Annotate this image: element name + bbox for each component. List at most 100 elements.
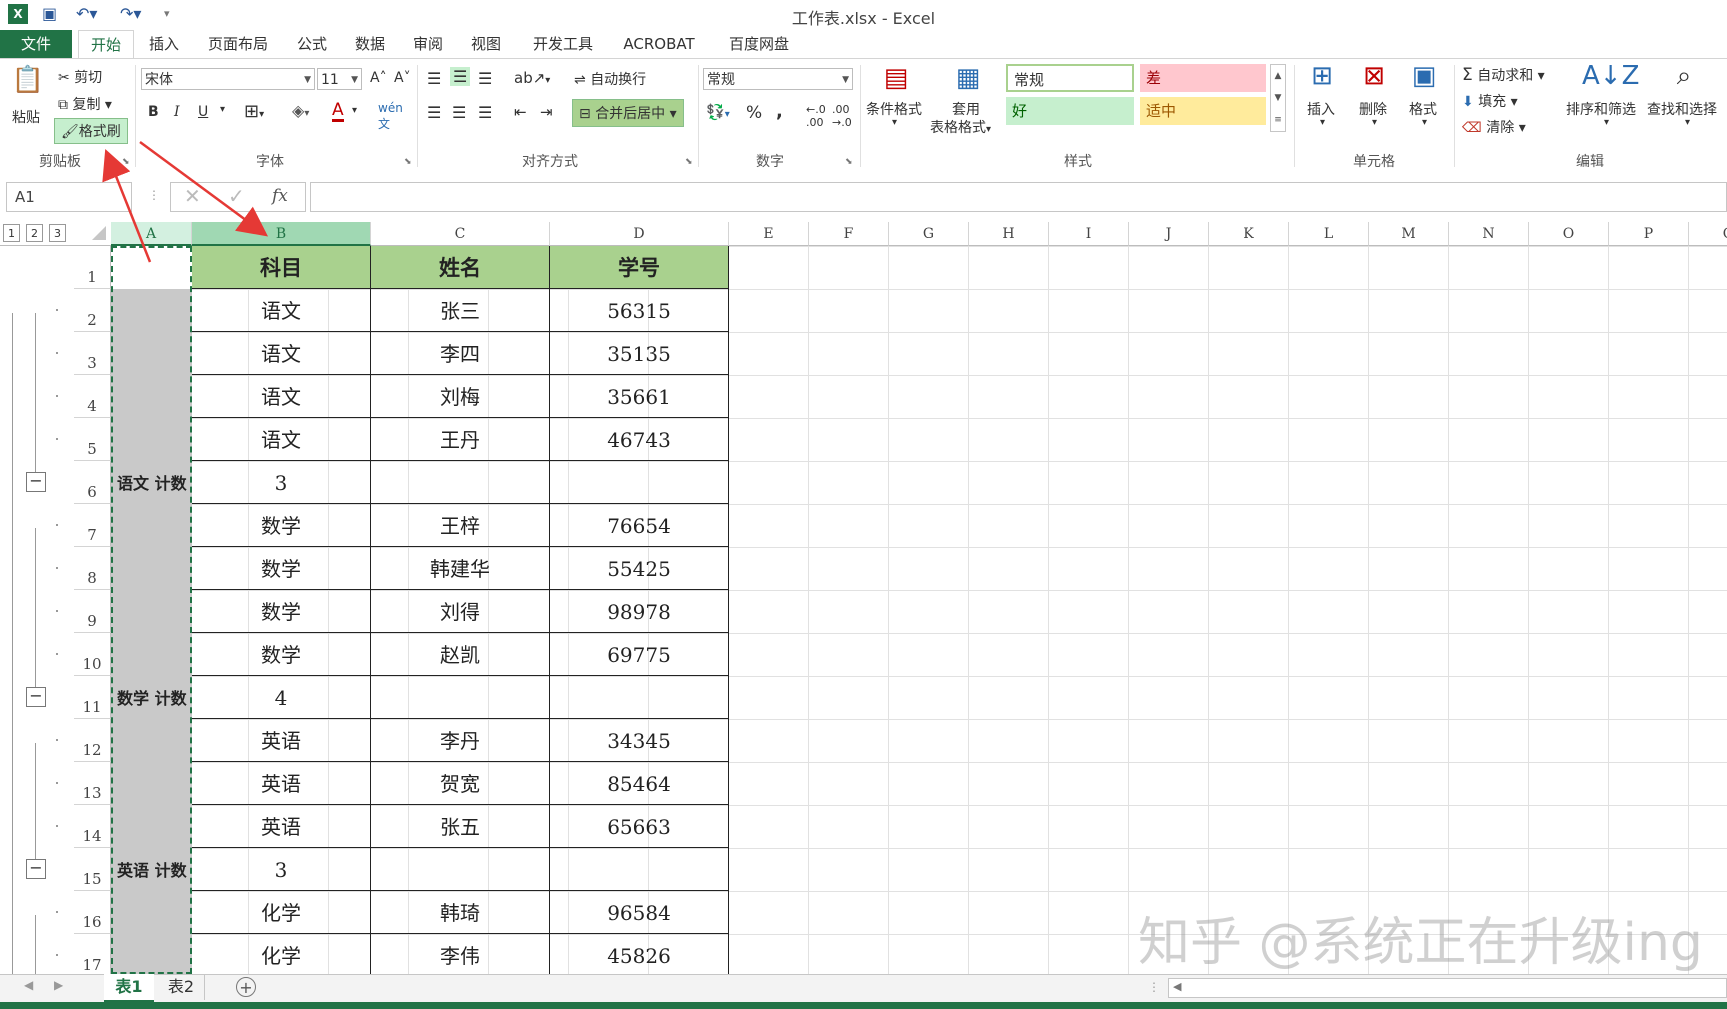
cell-a13[interactable] <box>111 762 192 805</box>
comma-button[interactable]: , <box>776 101 783 122</box>
row-header-4[interactable]: 4 <box>74 375 111 418</box>
cell-c2[interactable]: 张三 <box>371 289 550 332</box>
paste-button[interactable]: 粘贴 <box>12 107 40 127</box>
conditional-format-button[interactable]: 条件格式 <box>866 99 922 119</box>
formula-input[interactable] <box>310 182 1727 212</box>
tab-home[interactable]: 开始 <box>78 30 134 59</box>
font-color-icon[interactable]: A <box>332 101 344 122</box>
cell-d9[interactable]: 98978 <box>550 590 729 633</box>
font-launcher-icon[interactable]: ⬊ <box>404 157 412 167</box>
tab-view[interactable]: 视图 <box>462 30 510 58</box>
styles-scroll-icon[interactable]: ▲ ▼ ≡ <box>1270 64 1286 132</box>
table-format-line1[interactable]: 套用 <box>952 99 980 119</box>
outline-level-1-button[interactable]: 1 <box>3 224 20 242</box>
cell-c9[interactable]: 刘得 <box>371 590 550 633</box>
tab-acrobat[interactable]: ACROBAT <box>614 30 704 58</box>
cell-b9[interactable]: 数学 <box>192 590 371 633</box>
cell-a1[interactable] <box>111 246 192 289</box>
cell-a12[interactable] <box>111 719 192 762</box>
outline-level-2-button[interactable]: 2 <box>26 224 43 242</box>
sheet-scroll-left-icon[interactable]: ◀ <box>24 978 33 992</box>
collapse-group-icon[interactable]: − <box>26 472 46 492</box>
percent-button[interactable]: % <box>746 103 762 123</box>
delete-cells-icon[interactable]: ⊠ <box>1354 61 1394 91</box>
cut-button[interactable]: ✂ 剪切 <box>58 67 102 87</box>
row-header-13[interactable]: 13 <box>74 762 111 805</box>
row-header-15[interactable]: 15 <box>74 848 111 891</box>
align-right-icon[interactable]: ☰ <box>478 103 492 122</box>
delete-dropdown-icon[interactable]: ▾ <box>1372 117 1377 128</box>
clear-button[interactable]: ⌫ 清除 ▾ <box>1462 117 1526 137</box>
column-header-b[interactable]: B <box>192 222 371 246</box>
column-header-c[interactable]: C <box>371 222 550 246</box>
cell-d12[interactable]: 34345 <box>550 719 729 762</box>
cell-b4[interactable]: 语文 <box>192 375 371 418</box>
cell-d15[interactable] <box>550 848 729 891</box>
cell-d10[interactable]: 69775 <box>550 633 729 676</box>
format-painter-button[interactable]: 🖌格式刷 <box>54 118 128 144</box>
cell-d2[interactable]: 56315 <box>550 289 729 332</box>
increase-indent-icon[interactable]: ⇥ <box>540 103 553 121</box>
cell-b10[interactable]: 数学 <box>192 633 371 676</box>
row-header-2[interactable]: 2 <box>74 289 111 332</box>
sort-filter-button[interactable]: 排序和筛选 <box>1566 99 1636 119</box>
cell-b3[interactable]: 语文 <box>192 332 371 375</box>
cell-a9[interactable] <box>111 590 192 633</box>
wrap-text-button[interactable]: ⇌ 自动换行 <box>574 69 646 89</box>
cell-a10[interactable] <box>111 633 192 676</box>
conditional-format-dropdown-icon[interactable]: ▾ <box>892 117 897 128</box>
cell-a8[interactable] <box>111 547 192 590</box>
cell-c1[interactable]: 姓名 <box>371 246 550 289</box>
cell-b2[interactable]: 语文 <box>192 289 371 332</box>
cell-a17[interactable] <box>111 934 192 977</box>
align-bottom-icon[interactable]: ☰ <box>478 69 492 88</box>
cell-c4[interactable]: 刘梅 <box>371 375 550 418</box>
enter-check-icon[interactable]: ✓ <box>228 184 245 208</box>
row-header-11[interactable]: 11 <box>74 676 111 719</box>
column-header-p[interactable]: P <box>1609 222 1689 246</box>
currency-icon[interactable]: 💱▾ <box>706 103 730 121</box>
cell-c13[interactable]: 贺宽 <box>371 762 550 805</box>
cell-b16[interactable]: 化学 <box>192 891 371 934</box>
cell-d14[interactable]: 65663 <box>550 805 729 848</box>
row-header-17[interactable]: 17 <box>74 934 111 977</box>
insert-cells-button[interactable]: 插入 <box>1307 99 1335 119</box>
table-format-button[interactable]: 表格格式▾ <box>930 117 991 137</box>
cell-c14[interactable]: 张五 <box>371 805 550 848</box>
style-neutral[interactable]: 适中 <box>1140 97 1266 125</box>
format-cells-icon[interactable]: ▣ <box>1404 61 1444 91</box>
align-left-icon[interactable]: ☰ <box>427 103 441 122</box>
find-dropdown-icon[interactable]: ▾ <box>1685 117 1690 128</box>
cell-d7[interactable]: 76654 <box>550 504 729 547</box>
column-header-h[interactable]: H <box>969 222 1049 246</box>
cell-b5[interactable]: 语文 <box>192 418 371 461</box>
table-format-icon[interactable]: ▦ <box>946 63 990 93</box>
sheet-scroll-right-icon[interactable]: ▶ <box>54 978 63 992</box>
cell-b17[interactable]: 化学 <box>192 934 371 977</box>
row-header-3[interactable]: 3 <box>74 332 111 375</box>
sort-filter-icon[interactable]: A↓Z <box>1582 61 1639 91</box>
cell-d3[interactable]: 35135 <box>550 332 729 375</box>
phonetic-icon[interactable]: wén 文 <box>378 101 403 132</box>
cell-a4[interactable] <box>111 375 192 418</box>
cell-b15[interactable]: 3 <box>192 848 371 891</box>
tab-formulas[interactable]: 公式 <box>288 30 336 58</box>
cell-b12[interactable]: 英语 <box>192 719 371 762</box>
cell-c8[interactable]: 韩建华 <box>371 547 550 590</box>
select-all-corner[interactable] <box>92 226 106 240</box>
row-header-6[interactable]: 6 <box>74 461 111 504</box>
align-middle-icon[interactable]: ☰ <box>450 67 471 86</box>
sort-dropdown-icon[interactable]: ▾ <box>1604 117 1609 128</box>
column-header-e[interactable]: E <box>729 222 809 246</box>
row-header-10[interactable]: 10 <box>74 633 111 676</box>
style-normal[interactable]: 常规 <box>1006 64 1134 92</box>
cell-a14[interactable] <box>111 805 192 848</box>
cell-b1[interactable]: 科目 <box>192 246 371 289</box>
binoculars-icon[interactable]: ⌕ <box>1664 61 1704 92</box>
align-top-icon[interactable]: ☰ <box>427 69 441 88</box>
cell-a15[interactable]: 英语 计数 <box>111 848 192 891</box>
row-header-8[interactable]: 8 <box>74 547 111 590</box>
cell-a16[interactable] <box>111 891 192 934</box>
cell-d6[interactable] <box>550 461 729 504</box>
cell-d5[interactable]: 46743 <box>550 418 729 461</box>
